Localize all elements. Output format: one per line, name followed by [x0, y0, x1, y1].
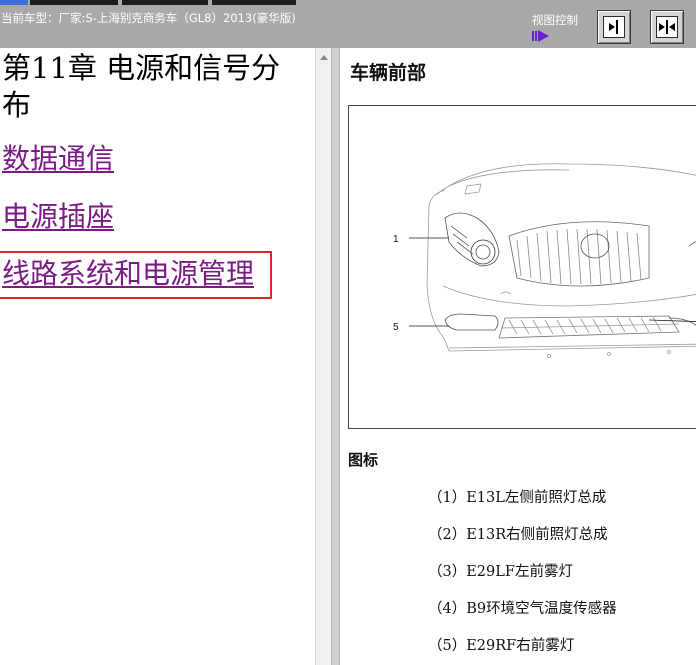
- split-view-button[interactable]: [650, 10, 684, 44]
- callout-5: 5: [393, 322, 399, 333]
- split-view-icon-frame: [656, 16, 678, 38]
- window-tab[interactable]: [212, 0, 296, 5]
- top-toolbar: 当前车型：厂家:S-上海别克商务车（GL8）2013(豪华版) 视图控制: [0, 0, 696, 48]
- expand-right-pane-button[interactable]: [597, 10, 631, 44]
- view-control-label: 视图控制: [532, 13, 578, 27]
- toc-link-wiring-and-power-management[interactable]: 线路系统和电源管理: [0, 251, 273, 299]
- toc-pane: 第11章 电源和信号分布 数据通信 电源插座 线路系统和电源管理: [0, 48, 315, 665]
- current-vehicle-label: 当前车型：厂家:S-上海别克商务车（GL8）2013(豪华版): [1, 11, 296, 25]
- section-heading: 车辆前部: [350, 62, 427, 84]
- scroll-up-arrow-icon[interactable]: [320, 54, 328, 60]
- legend-item: （4）B9环境空气温度传感器: [428, 601, 617, 617]
- toc-scrollbar[interactable]: [315, 48, 331, 665]
- legend-title: 图标: [348, 451, 379, 469]
- toc-link-power-outlets[interactable]: 电源插座: [2, 200, 114, 234]
- vehicle-front-drawing: 1 5: [393, 163, 696, 358]
- content-pane: 车辆前部 1 5 图标 （1）E13L左侧前照灯总成 （2）E13R右侧前照灯总…: [340, 48, 696, 665]
- legend-item: （1）E13L左侧前照灯总成: [428, 490, 607, 506]
- toc-link-data-communication[interactable]: 数据通信: [2, 142, 114, 176]
- legend-item: （2）E13R右侧前照灯总成: [428, 527, 608, 543]
- callout-1: 1: [393, 234, 399, 245]
- vehicle-front-illustration: 1 5: [348, 105, 696, 429]
- window-tab[interactable]: [122, 0, 208, 5]
- arrow-right-icon: [609, 20, 618, 34]
- legend-item: （5）E29RF右前雾灯: [428, 638, 575, 654]
- split-arrows-icon: [659, 20, 675, 34]
- expand-right-pane-icon-frame: [603, 16, 625, 38]
- window-tab[interactable]: [30, 0, 118, 5]
- legend-item: （3）E29LF左前雾灯: [428, 564, 573, 580]
- play-arrow-icon: [532, 30, 549, 42]
- window-tab[interactable]: [0, 0, 28, 5]
- window-tab-strip: [0, 0, 300, 6]
- chapter-title: 第11章 电源和信号分布: [2, 51, 281, 122]
- pane-splitter[interactable]: [331, 48, 340, 665]
